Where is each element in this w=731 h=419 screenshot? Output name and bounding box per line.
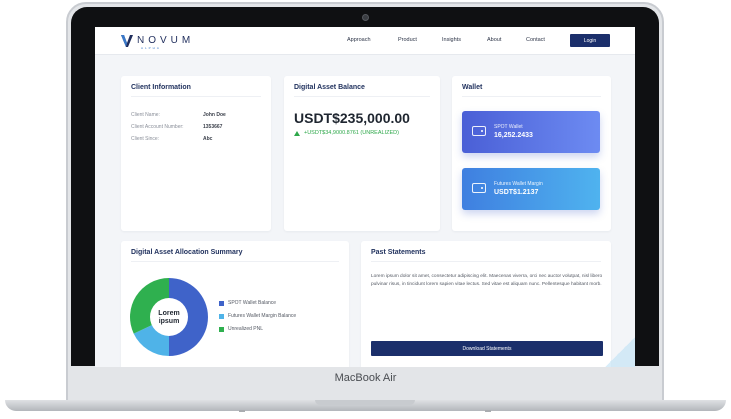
donut-center-label-line1: Lorem: [158, 310, 179, 317]
logo-subtext: ALPHA: [141, 46, 161, 50]
laptop-mockup: MacBook Air NOVUM ALPHA Approach Product…: [0, 0, 731, 419]
statements-title: Past Statements: [371, 249, 426, 256]
wallet-icon: [472, 126, 486, 136]
divider: [371, 261, 601, 262]
download-statements-button[interactable]: Download Statements: [371, 341, 603, 356]
laptop-notch: [315, 400, 415, 405]
client-account-label: Client Account Number:: [131, 124, 184, 130]
logo-text: NOVUM: [137, 35, 195, 46]
spot-wallet-value: 16,252.2433: [494, 132, 533, 139]
app-screen: NOVUM ALPHA Approach Product Insights Ab…: [95, 27, 635, 367]
nav-insights[interactable]: Insights: [442, 37, 461, 43]
client-info-card: Client Information Client Name: John Doe…: [121, 76, 271, 231]
legend-label: Unrealized PNL: [228, 326, 264, 332]
donut-hole: [150, 298, 188, 336]
donut-center-label-line2: ipsum: [159, 318, 180, 325]
legend-swatch: [219, 313, 224, 319]
spot-wallet-card[interactable]: SPOT Wallet 16,252.2433: [462, 111, 600, 153]
client-account-value: 1353667: [203, 124, 223, 130]
allocation-card: Digital Asset Allocation Summary Lorem i…: [121, 241, 349, 367]
wallet-icon: [472, 183, 486, 193]
device-brand-label: MacBook Air: [334, 372, 397, 384]
client-info-title: Client Information: [131, 84, 191, 91]
legend-item-pnl: Unrealized PNL: [219, 326, 263, 332]
divider: [462, 96, 601, 97]
wallet-title: Wallet: [462, 84, 483, 91]
statements-card: Past Statements Lorem ipsum dolor sit am…: [361, 241, 611, 367]
nav-contact[interactable]: Contact: [526, 37, 545, 43]
balance-title: Digital Asset Balance: [294, 84, 365, 91]
client-since-label: Client Since:: [131, 136, 160, 142]
login-button[interactable]: Login: [570, 34, 610, 47]
nav-about[interactable]: About: [487, 37, 501, 43]
legend-item-spot: SPOT Wallet Balance: [219, 300, 276, 306]
balance-amount: USDT$235,000.00: [294, 110, 410, 126]
camera-icon: [362, 14, 369, 21]
legend-swatch: [219, 326, 224, 332]
legend-label: SPOT Wallet Balance: [228, 300, 277, 306]
legend-swatch: [219, 300, 224, 306]
balance-change-text: +USDT$34,9000.8761 (UNREALIZED): [304, 130, 399, 136]
allocation-donut-chart: Lorem ipsum: [130, 278, 208, 356]
decorative-corner: [605, 337, 635, 367]
legend-item-futures: Futures Wallet Margin Balance: [219, 313, 296, 319]
divider: [131, 261, 339, 262]
balance-card: Digital Asset Balance USDT$235,000.00 +U…: [284, 76, 440, 231]
client-name-label: Client Name:: [131, 112, 160, 118]
divider: [131, 96, 261, 97]
divider: [294, 96, 430, 97]
statements-body-text: Lorem ipsum dolor sit amet, consectetur …: [371, 274, 603, 288]
client-name-value: John Doe: [203, 112, 226, 118]
top-nav-bar: NOVUM ALPHA Approach Product Insights Ab…: [95, 27, 635, 55]
legend-label: Futures Wallet Margin Balance: [228, 313, 297, 319]
futures-wallet-card[interactable]: Futures Wallet Margin USDT$1.2137: [462, 168, 600, 210]
wallet-card: Wallet SPOT Wallet 16,252.2433 Futures W…: [452, 76, 611, 231]
futures-wallet-value: USDT$1.2137: [494, 189, 539, 196]
up-arrow-icon: [294, 130, 300, 136]
logo-mark-icon: [121, 35, 133, 47]
spot-wallet-name: SPOT Wallet: [494, 124, 523, 130]
nav-approach[interactable]: Approach: [347, 37, 371, 43]
client-since-value: Abc: [203, 136, 213, 142]
laptop-foot-left: [239, 410, 245, 412]
futures-wallet-name: Futures Wallet Margin: [494, 181, 543, 187]
balance-change: +USDT$34,9000.8761 (UNREALIZED): [294, 130, 399, 136]
allocation-title: Digital Asset Allocation Summary: [131, 249, 243, 256]
nav-product[interactable]: Product: [398, 37, 417, 43]
laptop-foot-right: [485, 410, 491, 412]
